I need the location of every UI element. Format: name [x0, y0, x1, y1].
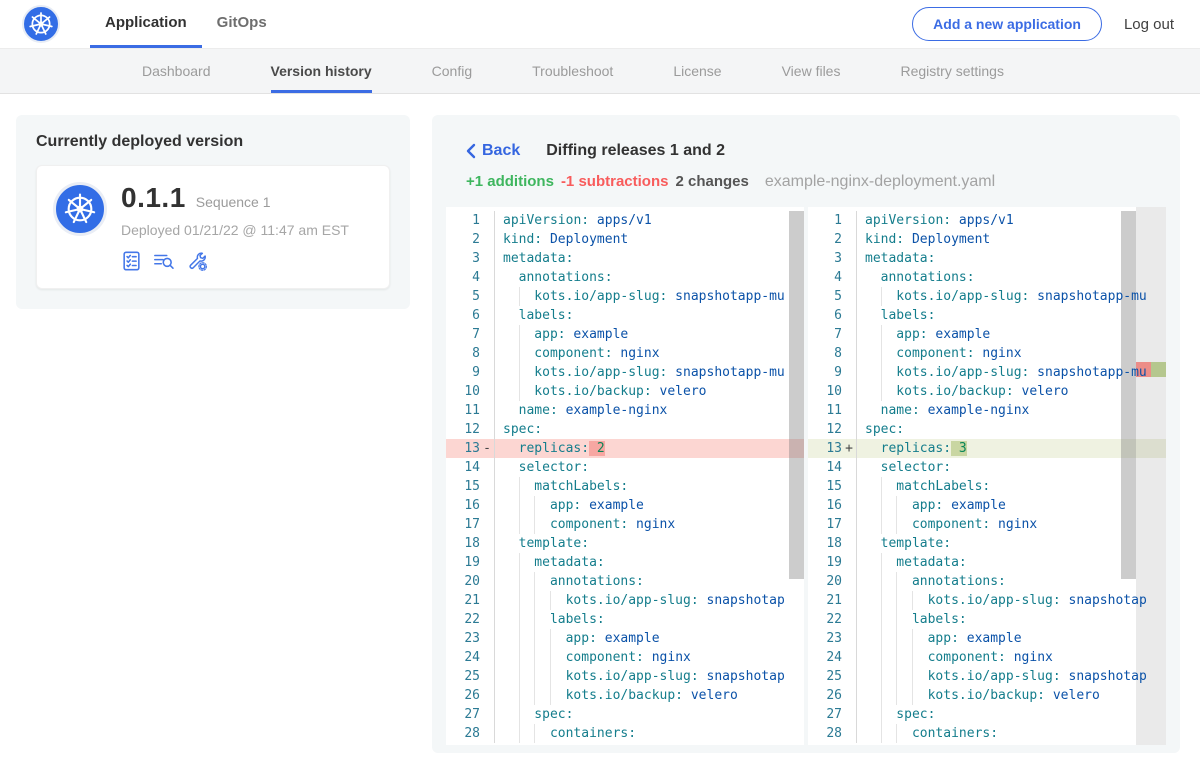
code-line: 18template:	[446, 534, 804, 553]
code-line: 22labels:	[446, 610, 804, 629]
deploy-logs-icon[interactable]	[152, 250, 176, 272]
code-line: 17component: nginx	[808, 515, 1166, 534]
code-line: 2kind: Deployment	[446, 230, 804, 249]
code-line: 3metadata:	[446, 249, 804, 268]
code-line: 25kots.io/app-slug: snapshotap	[808, 667, 1166, 686]
code-line: 5kots.io/app-slug: snapshotapp-mu	[446, 287, 804, 306]
code-line: 17component: nginx	[446, 515, 804, 534]
deployed-version-tile: 0.1.1 Sequence 1 Deployed 01/21/22 @ 11:…	[36, 165, 390, 289]
code-line: 14selector:	[446, 458, 804, 477]
app-kubernetes-logo-icon	[53, 182, 107, 236]
code-line: 10kots.io/backup: velero	[808, 382, 1166, 401]
diff-pane-original: 1apiVersion: apps/v12kind: Deployment3me…	[446, 207, 804, 745]
additions-count: +1 additions	[466, 173, 554, 190]
code-line: 15matchLabels:	[808, 477, 1166, 496]
code-line: 24component: nginx	[808, 648, 1166, 667]
deployed-card-title: Currently deployed version	[36, 133, 390, 151]
code-line: 20annotations:	[808, 572, 1166, 591]
logout-button[interactable]: Log out	[1124, 16, 1174, 33]
currently-deployed-card: Currently deployed version 0.1.1	[16, 115, 410, 309]
code-line: 7app: example	[446, 325, 804, 344]
code-line: 27spec:	[808, 705, 1166, 724]
tab-application[interactable]: Application	[90, 0, 202, 48]
diff-title: Diffing releases 1 and 2	[546, 142, 725, 160]
code-line: 8component: nginx	[446, 344, 804, 363]
code-line: 21kots.io/app-slug: snapshotap	[446, 591, 804, 610]
version-action-icons	[121, 250, 349, 272]
code-line: 28containers:	[808, 724, 1166, 743]
config-wrench-gear-icon[interactable]	[186, 250, 209, 272]
code-line: 11name: example-nginx	[446, 401, 804, 420]
changes-count: 2 changes	[675, 173, 748, 190]
code-line: 4annotations:	[446, 268, 804, 287]
code-line: 12spec:	[446, 420, 804, 439]
code-line: 23app: example	[808, 629, 1166, 648]
code-line: 1apiVersion: apps/v1	[808, 211, 1166, 230]
chevron-left-icon	[466, 143, 476, 159]
subnav-troubleshoot[interactable]: Troubleshoot	[532, 49, 613, 93]
app-sub-nav: Dashboard Version history Config Trouble…	[0, 48, 1200, 94]
code-line: 3metadata:	[808, 249, 1166, 268]
subnav-view-files[interactable]: View files	[782, 49, 841, 93]
code-line: 15matchLabels:	[446, 477, 804, 496]
code-line: 19metadata:	[446, 553, 804, 572]
topnav-tabs: Application GitOps	[90, 0, 282, 48]
code-line: 27spec:	[446, 705, 804, 724]
deployed-version-info: 0.1.1 Sequence 1 Deployed 01/21/22 @ 11:…	[121, 182, 349, 272]
back-link[interactable]: Back	[466, 142, 520, 160]
diff-editor: 1apiVersion: apps/v12kind: Deployment3me…	[446, 207, 1166, 745]
code-line: 22labels:	[808, 610, 1166, 629]
subnav-license[interactable]: License	[673, 49, 721, 93]
top-nav: Application GitOps Add a new application…	[0, 0, 1200, 48]
code-line: 25kots.io/app-slug: snapshotap	[446, 667, 804, 686]
code-line: 11name: example-nginx	[808, 401, 1166, 420]
code-line: 2kind: Deployment	[808, 230, 1166, 249]
back-label: Back	[482, 142, 520, 160]
main-content: Currently deployed version 0.1.1	[0, 94, 1200, 753]
code-line: 12spec:	[808, 420, 1166, 439]
code-line: 4annotations:	[808, 268, 1166, 287]
code-line: 20annotations:	[446, 572, 804, 591]
code-line: 5kots.io/app-slug: snapshotapp-mu	[808, 287, 1166, 306]
code-line: 28containers:	[446, 724, 804, 743]
code-line: 18template:	[808, 534, 1166, 553]
subtractions-count: -1 subtractions	[561, 173, 669, 190]
code-line: 10kots.io/backup: velero	[446, 382, 804, 401]
add-application-button[interactable]: Add a new application	[912, 7, 1102, 41]
kubernetes-logo-icon	[22, 5, 60, 43]
diff-pane-modified: 1apiVersion: apps/v12kind: Deployment3me…	[808, 207, 1166, 745]
code-line: 1apiVersion: apps/v1	[446, 211, 804, 230]
deployed-timestamp: Deployed 01/21/22 @ 11:47 am EST	[121, 222, 349, 238]
preflight-checklist-icon[interactable]	[121, 250, 142, 272]
code-line: 16app: example	[808, 496, 1166, 515]
sequence-label: Sequence 1	[196, 194, 271, 210]
tab-gitops[interactable]: GitOps	[202, 0, 282, 48]
code-line: 16app: example	[446, 496, 804, 515]
code-line: 14selector:	[808, 458, 1166, 477]
code-line: 9kots.io/app-slug: snapshotapp-mu	[808, 363, 1166, 382]
version-number: 0.1.1	[121, 182, 186, 214]
code-line: 7app: example	[808, 325, 1166, 344]
code-line: 26kots.io/backup: velero	[446, 686, 804, 705]
code-line: 19metadata:	[808, 553, 1166, 572]
code-line: 23app: example	[446, 629, 804, 648]
code-line: 6labels:	[446, 306, 804, 325]
code-line: 9kots.io/app-slug: snapshotapp-mu	[446, 363, 804, 382]
diff-filename: example-nginx-deployment.yaml	[765, 173, 995, 191]
diff-panel: Back Diffing releases 1 and 2 +1 additio…	[432, 115, 1180, 753]
code-line: 8component: nginx	[808, 344, 1166, 363]
code-line: 13-replicas: 2	[446, 439, 804, 458]
code-line: 13+replicas: 3	[808, 439, 1166, 458]
code-line: 26kots.io/backup: velero	[808, 686, 1166, 705]
subnav-version-history[interactable]: Version history	[271, 49, 372, 93]
diff-stats: +1 additions -1 subtractions 2 changes e…	[466, 173, 1166, 193]
subnav-config[interactable]: Config	[432, 49, 472, 93]
helm-wheel-icon	[63, 192, 97, 226]
subnav-registry-settings[interactable]: Registry settings	[900, 49, 1003, 93]
code-line: 24component: nginx	[446, 648, 804, 667]
subnav-dashboard[interactable]: Dashboard	[142, 49, 211, 93]
code-line: 21kots.io/app-slug: snapshotap	[808, 591, 1166, 610]
helm-wheel-icon	[28, 11, 54, 37]
code-line: 6labels:	[808, 306, 1166, 325]
